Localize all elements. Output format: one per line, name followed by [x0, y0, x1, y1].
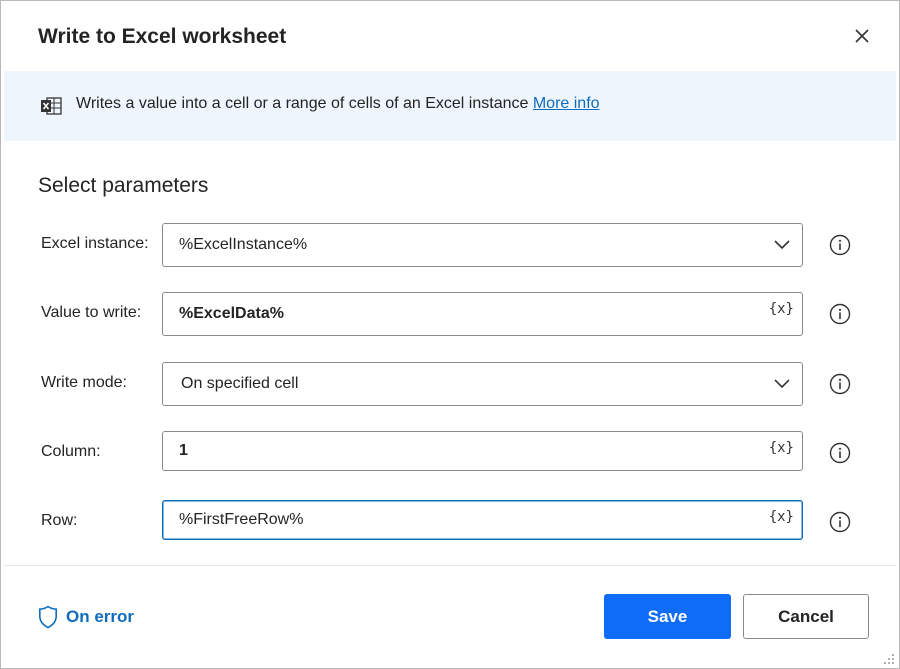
- section-title: Select parameters: [38, 174, 209, 197]
- close-button[interactable]: [849, 23, 875, 49]
- excel-icon: [41, 97, 62, 115]
- save-button[interactable]: Save: [604, 594, 731, 639]
- info-description-text: Writes a value into a cell or a range of…: [76, 95, 529, 112]
- excel-instance-value: %ExcelInstance%: [179, 236, 308, 253]
- value-to-write-value: %ExcelData%: [179, 305, 284, 322]
- dialog-title: Write to Excel worksheet: [38, 25, 287, 48]
- variable-picker-button[interactable]: {x}: [769, 301, 794, 317]
- footer-divider: [4, 565, 896, 566]
- chevron-down-icon[interactable]: [774, 379, 790, 389]
- write-mode-value: On specified cell: [181, 375, 299, 392]
- write-mode-label: Write mode:: [41, 374, 127, 391]
- row-value: %FirstFreeRow%: [179, 511, 304, 528]
- variable-picker-button[interactable]: {x}: [769, 509, 794, 525]
- close-icon: [855, 29, 869, 43]
- value-to-write-info-icon[interactable]: [829, 303, 851, 325]
- info-description: Writes a value into a cell or a range of…: [76, 95, 600, 113]
- cancel-button[interactable]: Cancel: [743, 594, 869, 639]
- resize-grip-icon[interactable]: [881, 651, 895, 665]
- value-to-write-input[interactable]: %ExcelData% {x}: [162, 292, 803, 336]
- chevron-down-icon[interactable]: [774, 240, 790, 250]
- column-label: Column:: [41, 443, 101, 460]
- on-error-label: On error: [66, 607, 135, 626]
- row-info-icon[interactable]: [829, 511, 851, 533]
- column-value: 1: [179, 442, 188, 459]
- row-input[interactable]: %FirstFreeRow% {x}: [162, 500, 803, 540]
- excel-instance-dropdown[interactable]: %ExcelInstance%: [162, 223, 803, 267]
- on-error-button[interactable]: On error: [38, 605, 134, 629]
- column-info-icon[interactable]: [829, 442, 851, 464]
- value-to-write-label: Value to write:: [41, 304, 142, 321]
- write-to-excel-dialog: Write to Excel worksheet Writes a value …: [0, 0, 900, 669]
- info-banner: Writes a value into a cell or a range of…: [4, 71, 896, 141]
- more-info-link[interactable]: More info: [533, 95, 600, 112]
- excel-instance-info-icon[interactable]: [829, 234, 851, 256]
- write-mode-dropdown[interactable]: On specified cell: [162, 362, 803, 406]
- write-mode-info-icon[interactable]: [829, 373, 851, 395]
- column-input[interactable]: 1 {x}: [162, 431, 803, 471]
- variable-picker-button[interactable]: {x}: [769, 440, 794, 456]
- shield-icon: [39, 605, 57, 629]
- excel-instance-label: Excel instance:: [41, 235, 149, 252]
- row-label: Row:: [41, 512, 78, 529]
